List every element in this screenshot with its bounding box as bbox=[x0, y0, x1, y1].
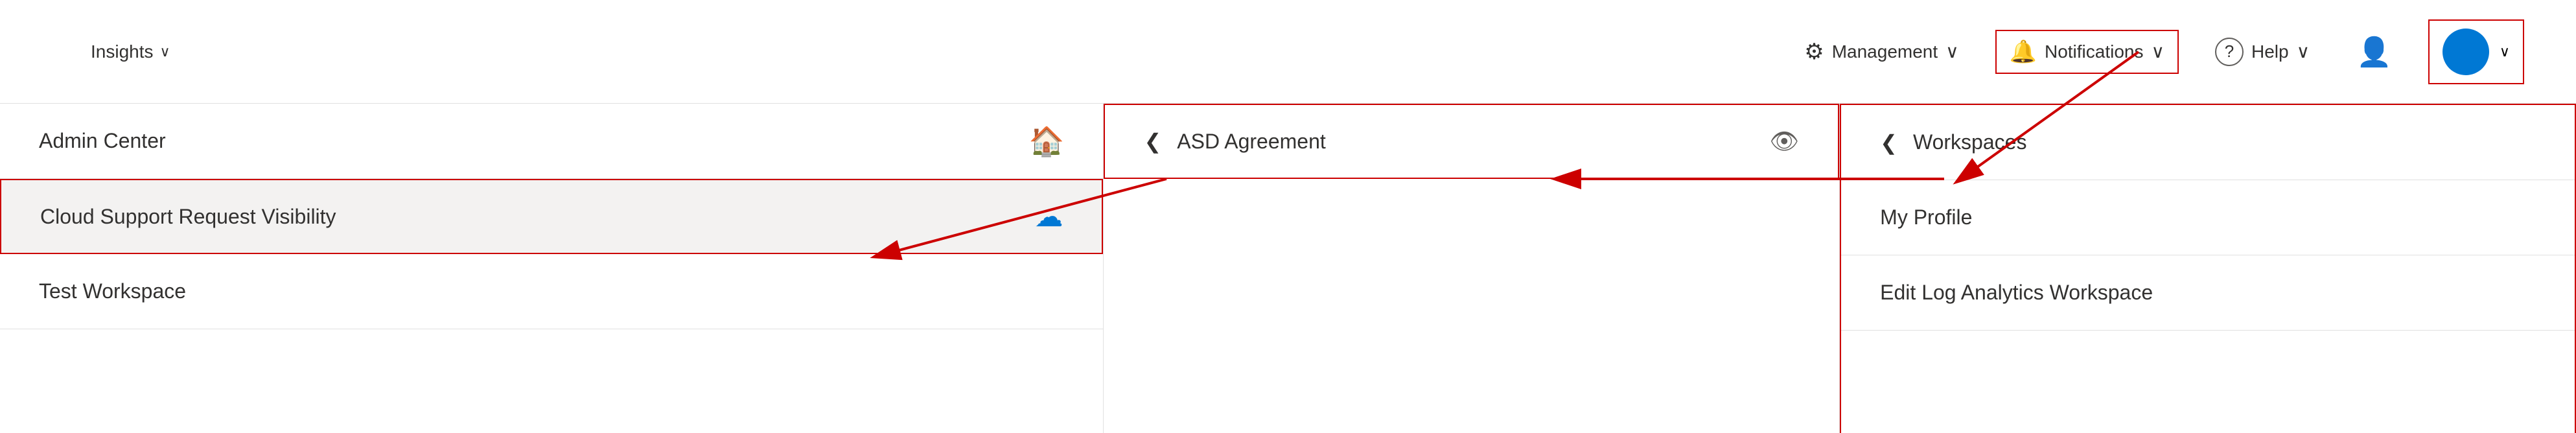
workspaces-header[interactable]: ❮ Workspaces bbox=[1841, 105, 2575, 180]
workspaces-back-icon: ❮ bbox=[1880, 130, 1897, 155]
cloud-icon: ☁ bbox=[1034, 200, 1063, 233]
avatar-container[interactable]: ∨ bbox=[2428, 19, 2524, 84]
test-workspace-row[interactable]: Test Workspace bbox=[0, 254, 1103, 329]
avatar-chevron: ∨ bbox=[2500, 43, 2510, 60]
middle-panel: ❮ ASD Agreement 👁 bbox=[1104, 104, 1840, 433]
asd-agreement-label: ASD Agreement bbox=[1177, 130, 1754, 154]
top-navigation: Insights ∨ ⚙ Management ∨ 🔔 Notification… bbox=[0, 0, 2576, 104]
my-profile-label: My Profile bbox=[1880, 205, 1972, 229]
management-chevron: ∨ bbox=[1945, 41, 1959, 62]
gear-icon: ⚙ bbox=[1804, 39, 1824, 65]
notifications-label: Notifications bbox=[2045, 41, 2144, 62]
help-icon: ? bbox=[2215, 38, 2244, 66]
help-label: Help bbox=[2251, 41, 2289, 62]
management-label: Management bbox=[1832, 41, 1938, 62]
eye-icon: 👁 bbox=[1769, 128, 1799, 155]
person-icon: 👤 bbox=[2356, 35, 2392, 69]
notifications-chevron: ∨ bbox=[2152, 41, 2165, 62]
asd-back-icon: ❮ bbox=[1144, 129, 1161, 154]
home-icon: 🏠 bbox=[1029, 124, 1065, 158]
insights-label: Insights bbox=[91, 41, 154, 62]
admin-center-row[interactable]: Admin Center 🏠 bbox=[0, 104, 1103, 179]
avatar bbox=[2443, 29, 2489, 75]
user-nav-item[interactable]: 👤 bbox=[2346, 30, 2402, 74]
edit-log-analytics-row[interactable]: Edit Log Analytics Workspace bbox=[1841, 255, 2575, 331]
cloud-support-row[interactable]: Cloud Support Request Visibility ☁ bbox=[0, 179, 1103, 254]
asd-agreement-row[interactable]: ❮ ASD Agreement 👁 bbox=[1104, 104, 1839, 179]
test-workspace-label: Test Workspace bbox=[39, 279, 186, 303]
notifications-nav-item[interactable]: 🔔 Notifications ∨ bbox=[1995, 30, 2179, 74]
insights-chevron: ∨ bbox=[160, 43, 170, 60]
workspaces-panel: ❮ Workspaces My Profile Edit Log Analyti… bbox=[1840, 104, 2576, 433]
help-nav-item[interactable]: ? Help ∨ bbox=[2205, 32, 2320, 71]
help-chevron: ∨ bbox=[2297, 41, 2310, 62]
left-panel: Admin Center 🏠 Cloud Support Request Vis… bbox=[0, 104, 1104, 433]
content-area: Admin Center 🏠 Cloud Support Request Vis… bbox=[0, 104, 2576, 433]
insights-nav-item[interactable]: Insights ∨ bbox=[91, 41, 170, 62]
edit-workspace-label: Edit Log Analytics Workspace bbox=[1880, 281, 2153, 305]
admin-center-label: Admin Center bbox=[39, 129, 1014, 153]
cloud-support-label: Cloud Support Request Visibility bbox=[40, 205, 1034, 229]
management-nav-item[interactable]: ⚙ Management ∨ bbox=[1794, 34, 1969, 70]
workspaces-label: Workspaces bbox=[1913, 130, 2536, 154]
bell-icon: 🔔 bbox=[2010, 39, 2037, 65]
my-profile-row[interactable]: My Profile bbox=[1841, 180, 2575, 255]
